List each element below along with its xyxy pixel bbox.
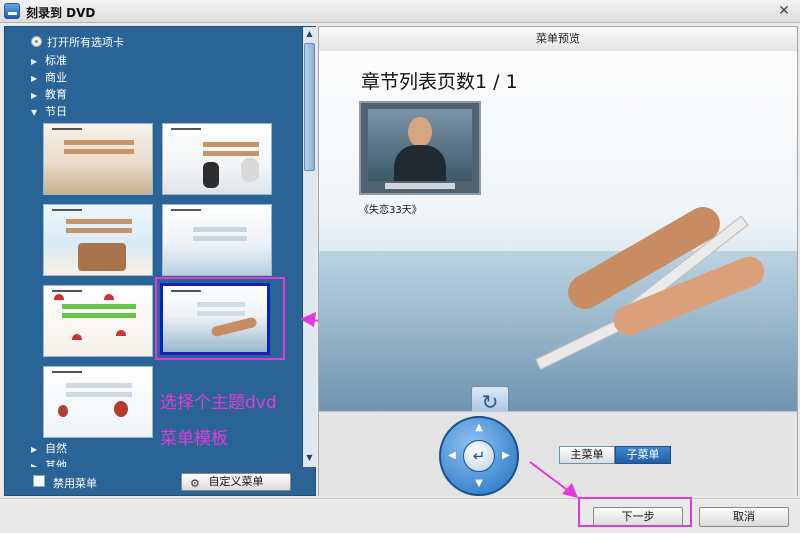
collapse-arrow-icon: ▼ [31,108,38,117]
template-thumb-umbrellas[interactable] [43,285,153,357]
chapter-label: 《失恋33天》 [359,205,422,216]
disable-menu-checkbox[interactable] [33,475,45,487]
nav-enter-button[interactable]: ↵ [463,440,495,472]
tree-item-label: 节日 [45,105,67,118]
close-button[interactable]: ✕ [776,3,792,19]
window-title: 刻录到 DVD [26,6,96,20]
menu-preview: 章节列表页数1 / 1 《失恋33天》 ↻ [319,51,797,411]
nav-up-icon[interactable]: ▲ [472,421,486,435]
sub-menu-tab[interactable]: 子菜单 [615,446,671,464]
expand-arrow-icon: ▶ [31,91,38,100]
menu-preview-panel: 菜单预览 章节列表页数1 / 1 《失恋33天》 ↻ ▲ ▼ ◀ ▶ ↵ 主菜单… [318,26,798,496]
template-scrollbar[interactable]: ▲ ▼ [302,27,316,467]
app-dvd-icon [4,3,20,19]
custom-menu-button[interactable]: ⚙ 自定义菜单 [181,473,291,491]
open-all-label: 打开所有选项卡 [47,36,124,49]
template-footer: 禁用菜单 ⚙ 自定义菜单 [5,469,315,495]
cancel-button[interactable]: 取消 [699,507,789,527]
gear-icon: ⚙ [190,477,200,490]
tree-item-business[interactable]: ▶ 商业 [31,70,67,86]
scroll-down-icon[interactable]: ▼ [305,453,314,462]
nav-down-icon[interactable]: ▼ [472,477,486,491]
chapter-thumbnail[interactable] [359,101,481,195]
tree-item-holiday[interactable]: ▼ 节日 [31,104,67,120]
scroll-up-icon[interactable]: ▲ [305,29,314,38]
template-thumb-sea[interactable] [162,204,272,276]
chapter-page-title: 章节列表页数1 / 1 [361,71,518,93]
tree-item-standard[interactable]: ▶ 标准 [31,53,67,69]
scroll-thumb[interactable] [304,43,315,171]
tree-item-label: 教育 [45,88,67,101]
annotation-text-line1: 选择个主题dvd [160,393,277,413]
title-bar: 刻录到 DVD ✕ [0,0,800,23]
nav-left-icon[interactable]: ◀ [445,449,459,463]
preview-header: 菜单预览 [319,27,797,52]
navigation-pad[interactable]: ▲ ▼ ◀ ▶ ↵ [439,416,519,496]
annotation-arrow-next [529,461,578,498]
expand-arrow-icon: ▶ [31,74,38,83]
tree-item-label: 自然 [45,442,67,455]
back-arrow-button[interactable]: ↻ [471,386,509,411]
tree-item-nature[interactable]: ▶ 自然 [31,441,67,457]
expand-arrow-icon: ▶ [31,462,38,467]
template-thumb-basket[interactable] [43,204,153,276]
open-all-tabs[interactable]: 打开所有选项卡 [31,35,124,51]
expand-arrow-icon: ▶ [31,445,38,454]
disc-icon [31,36,42,47]
chapter-subtitle-strip [385,183,455,189]
annotation-next-highlight [578,497,692,527]
annotation-highlight-box [155,277,285,360]
tree-item-education[interactable]: ▶ 教育 [31,87,67,103]
disable-menu-label: 禁用菜单 [53,477,97,490]
chapter-video-still [368,109,472,181]
tree-item-label: 商业 [45,71,67,84]
template-thumb-beach-1[interactable] [43,123,153,195]
tree-item-label: 标准 [45,54,67,67]
template-thumb-balloons[interactable] [43,366,153,438]
nav-right-icon[interactable]: ▶ [499,449,513,463]
template-thumb-beach-2[interactable] [162,123,272,195]
annotation-text-line2: 菜单模板 [160,429,228,449]
tree-item-other[interactable]: ▶ 其他 [31,458,67,467]
custom-menu-label: 自定义菜单 [208,475,264,488]
expand-arrow-icon: ▶ [31,57,38,66]
tree-item-label: 其他 [45,459,67,467]
